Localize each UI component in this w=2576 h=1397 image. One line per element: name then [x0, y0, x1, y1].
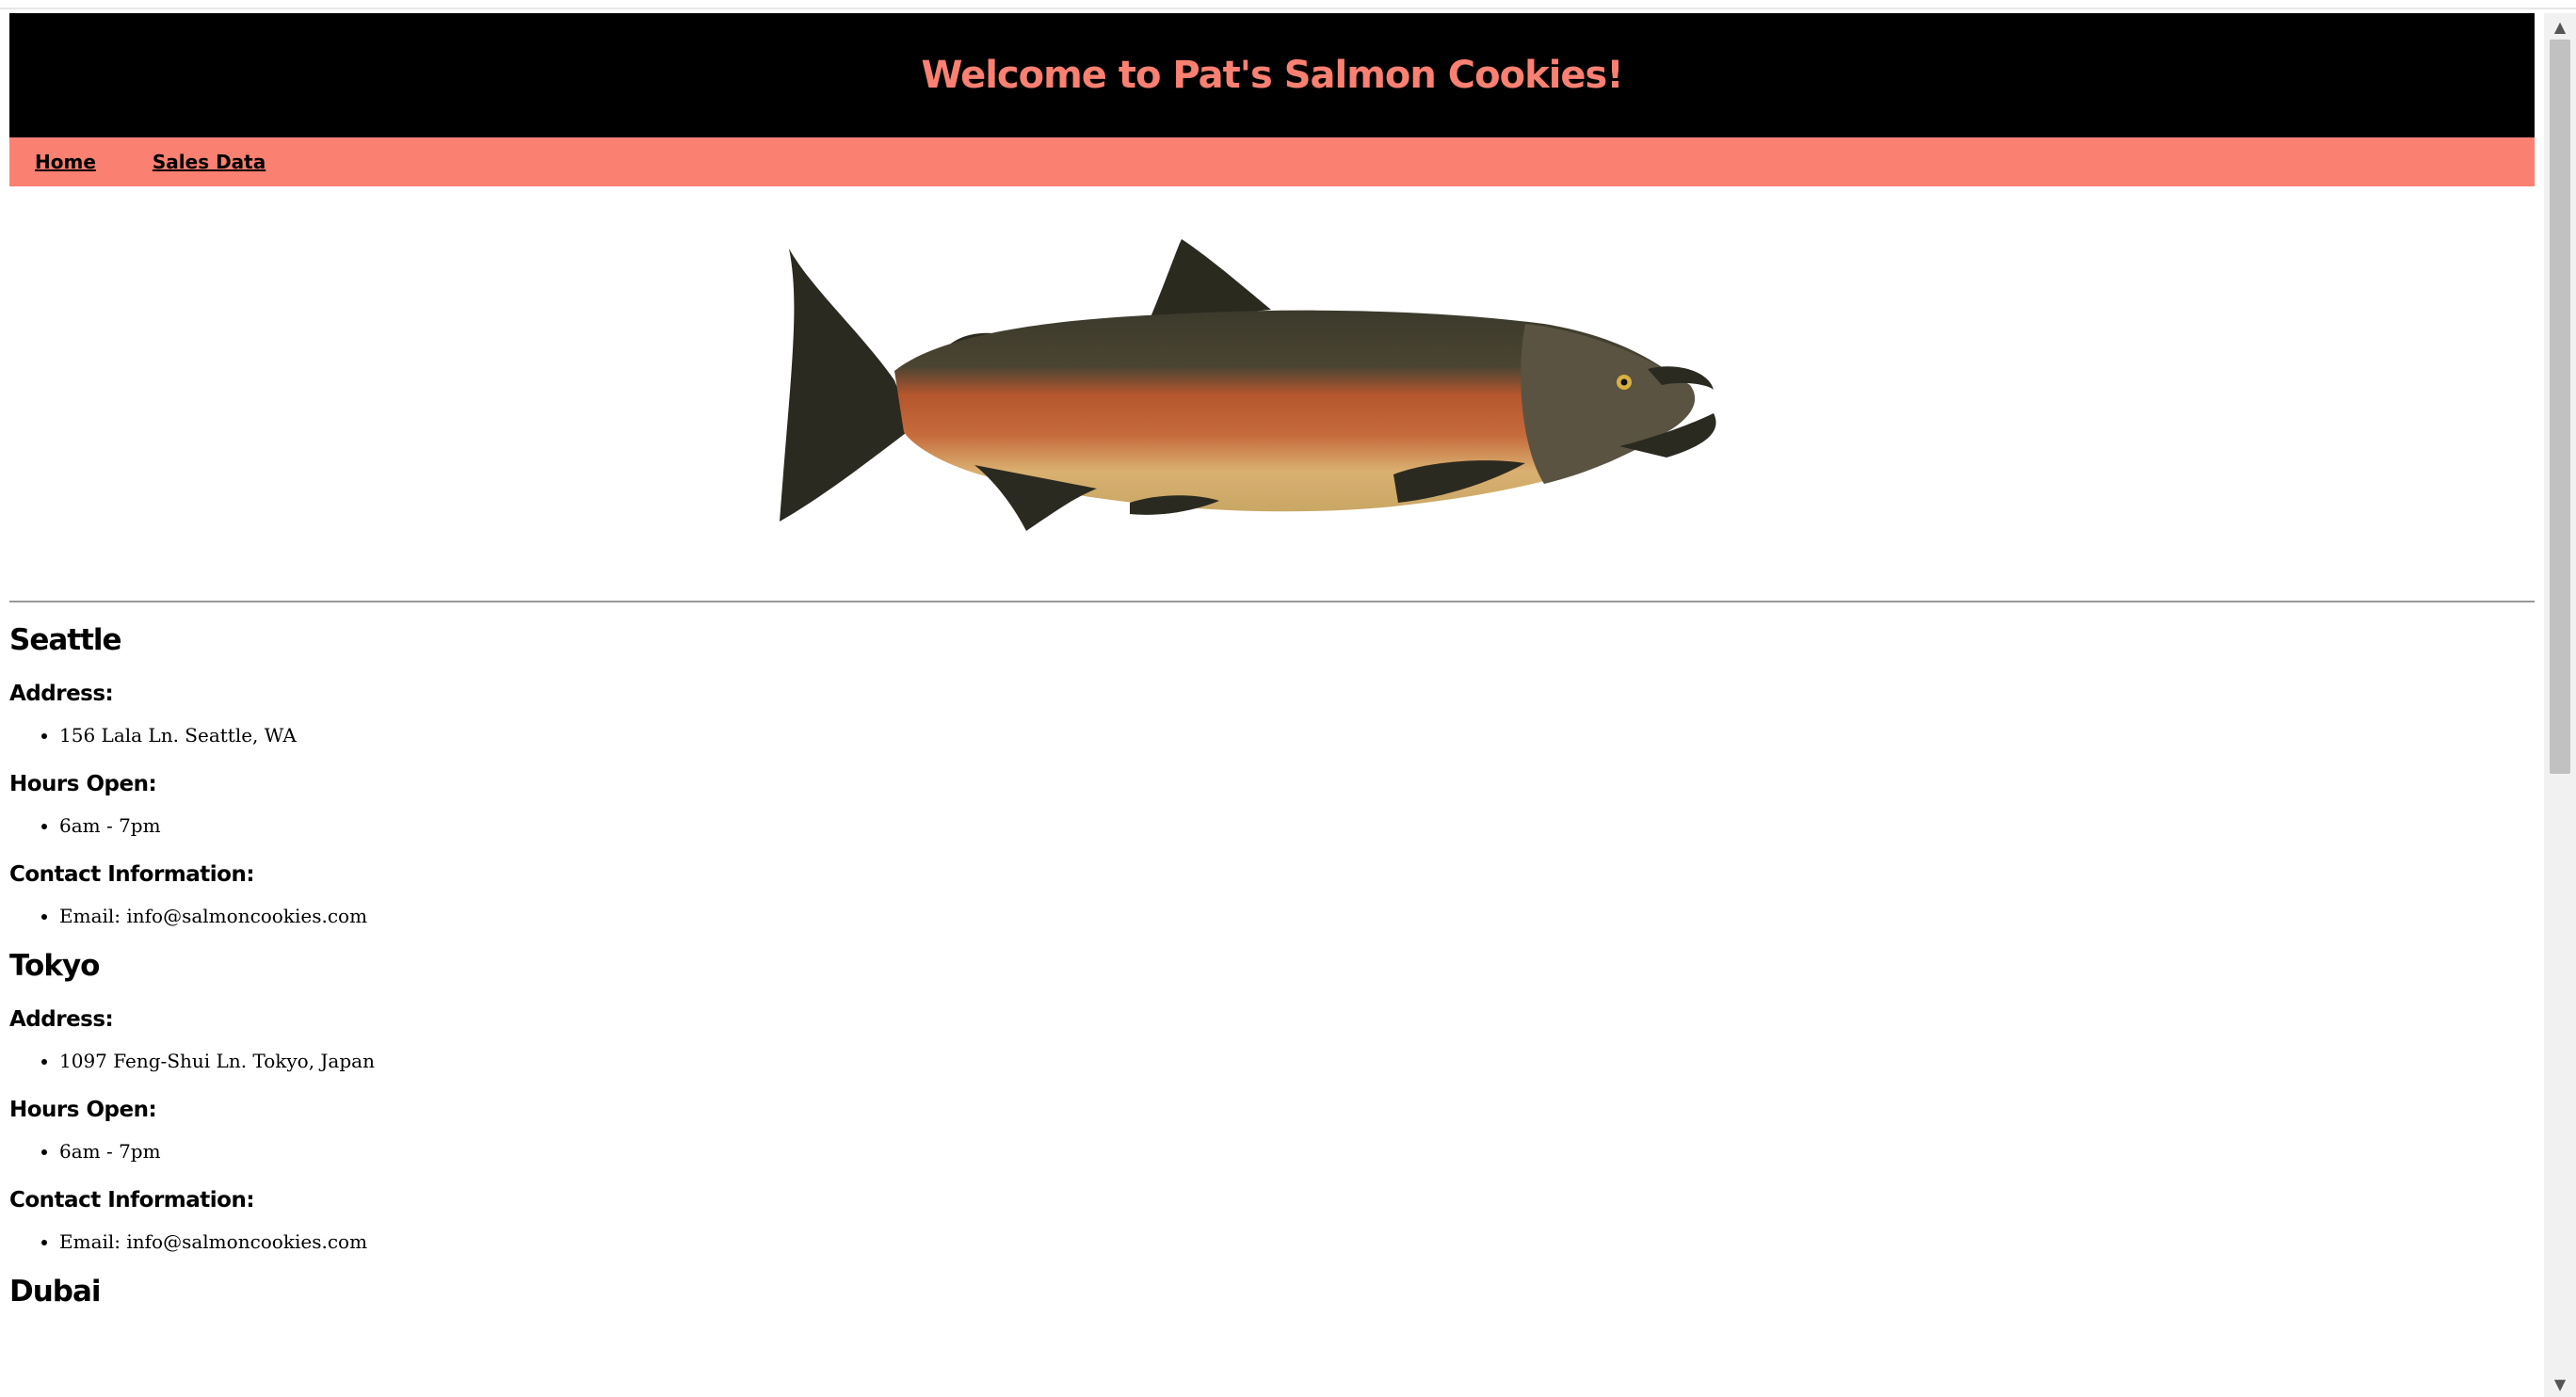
- scroll-up-arrow-icon[interactable]: ▲: [2544, 13, 2576, 40]
- address-heading: Address:: [9, 1007, 114, 1032]
- nav-link-sales-data[interactable]: Sales Data: [153, 151, 266, 173]
- list-item: Email: info@salmoncookies.com: [59, 1229, 2535, 1254]
- list-item: 6am - 7pm: [59, 813, 2535, 838]
- list-item: 6am - 7pm: [59, 1139, 2535, 1164]
- hours-heading: Hours Open:: [9, 1098, 157, 1122]
- list-item: 1097 Feng-Shui Ln. Tokyo, Japan: [59, 1049, 2535, 1073]
- hours-list: 6am - 7pm: [9, 813, 2535, 838]
- list-item: Email: info@salmoncookies.com: [59, 904, 2535, 928]
- salmon-image: [780, 239, 1716, 531]
- address-list: 156 Lala Ln. Seattle, WA: [9, 723, 2535, 747]
- location-dubai: Dubai: [9, 1275, 2535, 1309]
- contact-heading: Contact Information:: [9, 1188, 255, 1212]
- nav-link-home[interactable]: Home: [35, 151, 96, 173]
- scroll-down-arrow-icon[interactable]: ▼: [2544, 1371, 2576, 1397]
- site-header: Welcome to Pat's Salmon Cookies!: [9, 13, 2535, 137]
- contact-heading: Contact Information:: [9, 862, 255, 887]
- location-seattle: Seattle Address: 156 Lala Ln. Seattle, W…: [9, 623, 2535, 928]
- browser-top-edge: [0, 0, 2576, 9]
- hours-heading: Hours Open:: [9, 772, 157, 796]
- page: Welcome to Pat's Salmon Cookies! Home Sa…: [9, 13, 2535, 1309]
- hours-list: 6am - 7pm: [9, 1139, 2535, 1164]
- location-name: Seattle: [9, 623, 122, 657]
- location-name: Dubai: [9, 1275, 102, 1309]
- page-title: Welcome to Pat's Salmon Cookies!: [921, 54, 1623, 97]
- scrollbar-thumb[interactable]: [2550, 40, 2570, 774]
- hero-image-area: [9, 186, 2535, 601]
- nav-bar: Home Sales Data: [9, 137, 2535, 186]
- address-list: 1097 Feng-Shui Ln. Tokyo, Japan: [9, 1049, 2535, 1073]
- divider: [9, 601, 2535, 602]
- address-heading: Address:: [9, 682, 114, 706]
- contact-list: Email: info@salmoncookies.com: [9, 904, 2535, 928]
- location-tokyo: Tokyo Address: 1097 Feng-Shui Ln. Tokyo,…: [9, 949, 2535, 1254]
- list-item: 156 Lala Ln. Seattle, WA: [59, 723, 2535, 747]
- contact-list: Email: info@salmoncookies.com: [9, 1229, 2535, 1254]
- vertical-scrollbar[interactable]: ▲ ▼: [2544, 13, 2576, 1397]
- location-name: Tokyo: [9, 949, 100, 983]
